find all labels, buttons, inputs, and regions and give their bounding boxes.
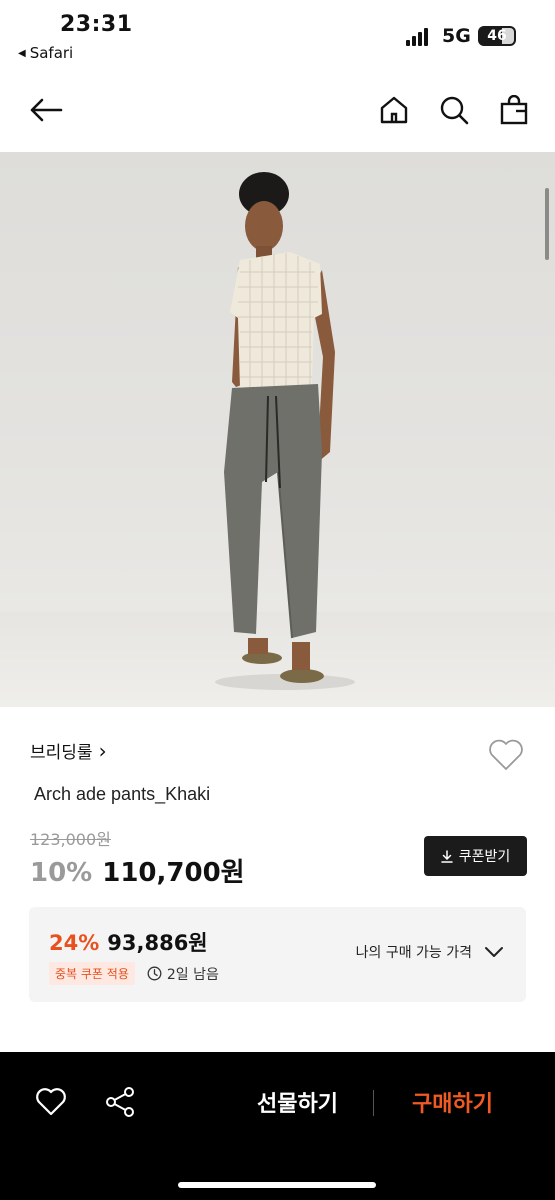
get-coupon-label: 쿠폰받기 [458,849,511,865]
get-coupon-button[interactable]: 쿠폰받기 [424,836,527,876]
heart-icon[interactable] [31,1082,71,1122]
battery-icon: 46 [478,26,516,46]
share-icon[interactable] [100,1082,140,1122]
original-price: 123,000원 [30,830,111,849]
shopping-bag-icon[interactable] [494,90,534,130]
arrow-left-icon[interactable] [26,90,66,130]
back-app-label: Safari [29,44,74,62]
back-to-app-link[interactable]: ◀ Safari [18,44,73,62]
heart-outline-icon[interactable] [486,735,526,775]
best-price-tags: 중복 쿠폰 적용 2일 남음 [49,962,219,985]
battery-level: 46 [487,28,507,44]
network-type: 5G [442,25,471,47]
sale-price: 110,700원 [102,858,245,888]
best-price: 93,886원 [107,931,208,955]
best-discount-rate: 24% [49,931,100,955]
search-icon[interactable] [434,90,474,130]
buy-button[interactable]: 구매하기 [395,1086,510,1120]
back-triangle-icon: ◀ [18,47,26,59]
my-price-label: 나의 구매 가능 가격 [355,945,472,961]
gift-button[interactable]: 선물하기 [240,1086,355,1120]
chevron-down-icon [485,947,503,957]
signal-icon [406,28,428,46]
status-time: 23:31 [60,12,133,37]
model-figure [215,172,355,690]
brand-name: 브리딩룰 [30,743,93,763]
brand-link[interactable]: 브리딩룰 › [30,738,107,764]
button-divider [373,1090,374,1116]
timer-label: 2일 남음 [166,966,219,983]
top-nav-bar [0,80,555,140]
price-row: 10% 110,700원 [30,852,245,889]
dup-coupon-badge: 중복 쿠폰 적용 [49,962,135,985]
clock-icon [147,966,162,981]
bottom-action-bar: 선물하기 구매하기 [0,1052,555,1200]
product-image[interactable] [0,152,555,707]
home-indicator[interactable] [178,1182,376,1188]
best-price-box: 24% 93,886원 중복 쿠폰 적용 2일 남음 나의 구매 가능 가격 [29,907,526,1002]
chevron-right-icon: › [98,738,107,763]
product-name: Arch ade pants_Khaki [34,784,211,804]
best-price-row: 24% 93,886원 [49,927,208,957]
download-icon [440,849,453,863]
discount-rate: 10% [30,858,93,888]
my-price-toggle[interactable]: 나의 구매 가능 가격 [356,942,504,962]
image-scrollbar[interactable] [545,188,549,260]
timer: 2일 남음 [147,964,219,984]
home-icon[interactable] [374,90,414,130]
status-bar: 23:31 ◀ Safari 5G 46 [0,0,555,70]
